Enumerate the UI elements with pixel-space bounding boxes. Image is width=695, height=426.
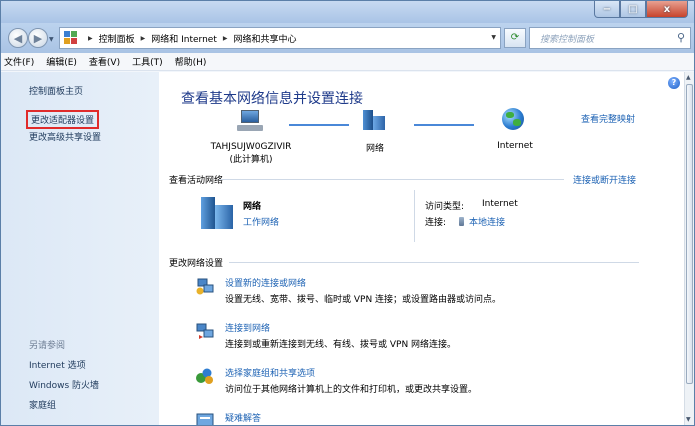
setup-connection-link[interactable]: 设置新的连接或网络 [225,276,306,289]
menu-file[interactable]: 文件(F) [4,55,34,68]
sidebar-item-change-advanced-sharing[interactable]: 更改高级共享设置 [29,130,101,143]
troubleshoot-icon [196,413,214,425]
access-type-label: 访问类型: [425,202,465,212]
control-panel-icon [64,31,78,45]
sidebar-item-change-adapter-settings[interactable]: 更改适配器设置 [26,110,100,129]
breadcrumb-separator-icon: ▶ [140,34,146,42]
network-sharing-center-window: − □ x ◀ ▶ ▼ ▶ 控制面板 ▶ 网络和 Internet ▶ 网络和共… [0,0,695,426]
main-content: ? 查看基本网络信息并设置连接 查看完整映射 TAHJSUJW0GZIVIR (… [159,72,684,425]
homegroup-sharing-link[interactable]: 选择家庭组和共享选项 [225,366,315,379]
menu-bar: 文件(F) 编辑(E) 查看(V) 工具(T) 帮助(H) [1,53,694,71]
new-connection-icon [196,278,214,295]
sidebar: 控制面板主页 更改适配器设置 更改高级共享设置 另请参阅 Internet 选项… [1,72,159,425]
back-button[interactable]: ◀ [8,28,28,48]
internet-globe-icon [502,108,524,130]
breadcrumb-separator-icon: ▶ [88,34,93,42]
homegroup-icon [196,368,213,384]
menu-tools[interactable]: 工具(T) [132,55,163,68]
help-icon[interactable]: ? [668,77,680,89]
connection-line [289,124,349,126]
active-network-name: 网络 [243,202,262,212]
vertical-scrollbar[interactable]: ▲ ▼ [684,72,694,425]
search-input[interactable]: 搜索控制面板 ⚲ [529,27,691,49]
internet-label: Internet [497,141,533,151]
scroll-down-icon[interactable]: ▼ [686,416,691,423]
search-placeholder: 搜索控制面板 [540,34,595,45]
connection-line [414,124,474,126]
vertical-divider [414,190,415,242]
menu-edit[interactable]: 编辑(E) [46,55,77,68]
setup-connection-desc: 设置无线、宽带、拨号、临时或 VPN 连接；或设置路由器或访问点。 [225,295,502,305]
see-also-homegroup[interactable]: 家庭组 [29,398,56,411]
network-type-link[interactable]: 工作网络 [243,215,279,228]
close-button[interactable]: x [646,1,688,18]
computer-name: TAHJSUJW0GZIVIR [210,142,292,152]
scrollbar-thumb[interactable] [686,84,693,384]
section-divider [229,262,639,263]
active-network-icon [201,197,235,229]
forward-button[interactable]: ▶ [28,28,48,48]
breadcrumb-network-sharing-center[interactable]: 网络和共享中心 [234,32,297,45]
menu-help[interactable]: 帮助(H) [175,55,207,68]
refresh-button[interactable]: ⟳ [504,28,526,48]
network-icon [363,110,387,132]
see-also-internet-options[interactable]: Internet 选项 [29,358,86,371]
maximize-button[interactable]: □ [620,1,646,18]
connect-disconnect-link[interactable]: 连接或断开连接 [573,173,636,186]
active-networks-heading: 查看活动网络 [169,176,224,186]
see-also-windows-firewall[interactable]: Windows 防火墙 [29,378,99,391]
menu-view[interactable]: 查看(V) [89,55,120,68]
network-adapter-icon [459,217,464,226]
scroll-up-icon[interactable]: ▲ [686,74,691,81]
connection-local-link[interactable]: 本地连接 [459,215,505,228]
troubleshoot-link[interactable]: 疑难解答 [225,411,261,424]
connections-label: 连接: [425,218,447,228]
breadcrumb-control-panel[interactable]: 控制面板 [99,32,135,45]
title-bar: − □ x [1,1,694,23]
search-icon[interactable]: ⚲ [677,31,685,44]
section-divider [219,179,564,180]
computer-icon [237,110,263,132]
computer-label: TAHJSUJW0GZIVIR (此计算机) [191,141,311,167]
connect-network-link[interactable]: 连接到网络 [225,321,270,334]
recent-pages-dropdown-icon[interactable]: ▼ [49,36,54,43]
connection-name[interactable]: 本地连接 [469,218,505,228]
address-dropdown-icon[interactable]: ▼ [491,34,496,41]
connect-network-icon [196,323,214,339]
see-also-heading: 另请参阅 [29,341,66,351]
access-type-value: Internet [482,199,518,209]
page-title: 查看基本网络信息并设置连接 [181,91,363,107]
change-settings-heading: 更改网络设置 [169,259,224,269]
sidebar-item-control-panel-home[interactable]: 控制面板主页 [29,84,83,97]
navigation-bar: ◀ ▶ ▼ ▶ 控制面板 ▶ 网络和 Internet ▶ 网络和共享中心 ▼ … [1,23,694,53]
computer-sub-label: (此计算机) [229,155,273,165]
window-controls: − □ x [594,1,688,19]
homegroup-sharing-desc: 访问位于其他网络计算机上的文件和打印机，或更改共享设置。 [225,385,478,395]
address-bar[interactable]: ▶ 控制面板 ▶ 网络和 Internet ▶ 网络和共享中心 ▼ [59,27,501,49]
minimize-button[interactable]: − [594,1,620,18]
connect-network-desc: 连接到或重新连接到无线、有线、拨号或 VPN 网络连接。 [225,340,457,350]
network-label: 网络 [365,144,384,154]
view-full-map-link[interactable]: 查看完整映射 [581,112,635,125]
breadcrumb-separator-icon: ▶ [222,34,228,42]
breadcrumb-network-internet[interactable]: 网络和 Internet [151,32,217,45]
